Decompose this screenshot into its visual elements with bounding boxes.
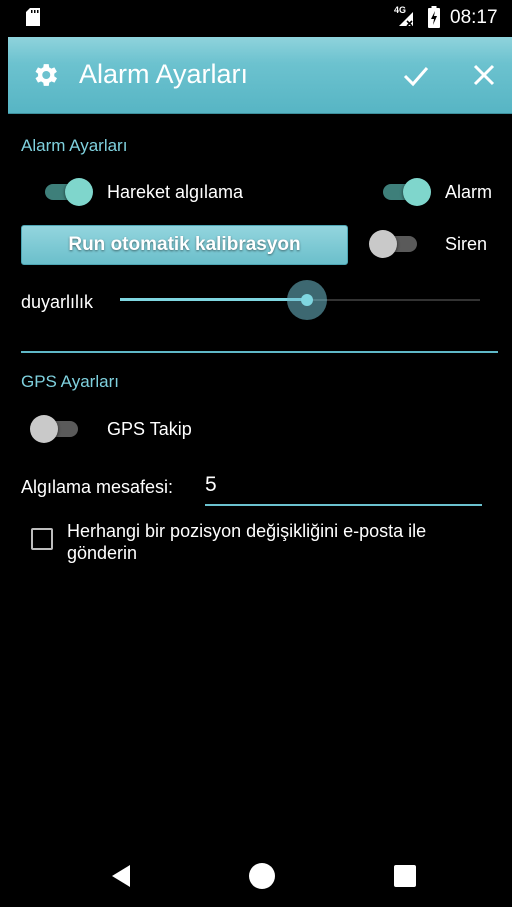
- sensitivity-label: duyarlılık: [21, 292, 94, 312]
- app-bar: Alarm Ayarları: [8, 37, 512, 114]
- gps-tracking-label: GPS Takip: [107, 419, 192, 439]
- switch-thumb: [65, 178, 93, 206]
- motion-detection-label: Hareket algılama: [107, 182, 244, 202]
- detection-distance-input[interactable]: 5: [205, 470, 482, 506]
- battery-charging-icon: [428, 6, 440, 28]
- alarm-label: Alarm: [445, 182, 493, 202]
- screen: 4G 08:17 Alarm Ayarları Alarm Ayarları H…: [8, 0, 512, 907]
- siren-switch[interactable]: [369, 227, 419, 261]
- network-4g-icon: [399, 12, 413, 27]
- navigation-bar: [8, 843, 512, 907]
- siren-label: Siren: [445, 234, 488, 254]
- detection-distance-value: 5: [205, 473, 217, 496]
- home-icon[interactable]: [249, 863, 275, 889]
- auto-calibration-button[interactable]: Run otomatik kalibrasyon: [21, 225, 348, 265]
- clock: 08:17: [450, 7, 498, 28]
- sd-card-icon: [26, 8, 40, 26]
- detection-distance-label: Algılama mesafesi:: [21, 477, 174, 497]
- gps-tracking-switch[interactable]: [30, 412, 80, 446]
- switch-thumb: [369, 230, 397, 258]
- close-icon[interactable]: [470, 61, 498, 89]
- switch-thumb: [30, 415, 58, 443]
- switch-thumb: [403, 178, 431, 206]
- check-icon[interactable]: [402, 61, 430, 89]
- gps-section-title: GPS Ayarları: [21, 372, 119, 391]
- sensitivity-slider[interactable]: [120, 280, 480, 320]
- motion-detection-switch[interactable]: [45, 175, 93, 209]
- page-title: Alarm Ayarları: [79, 59, 249, 89]
- status-bar: 4G 08:17: [8, 0, 512, 37]
- section-divider: [21, 351, 498, 353]
- alarm-section-title: Alarm Ayarları: [21, 136, 128, 155]
- back-icon[interactable]: [110, 864, 132, 888]
- gear-icon: [35, 64, 57, 86]
- slider-fill: [120, 298, 308, 301]
- email-on-position-change-checkbox[interactable]: [31, 528, 53, 550]
- email-on-position-change-label: Herhangi bir pozisyon değişikliğini e-po…: [67, 521, 427, 563]
- recents-icon[interactable]: [394, 865, 416, 887]
- alarm-switch[interactable]: [383, 175, 431, 209]
